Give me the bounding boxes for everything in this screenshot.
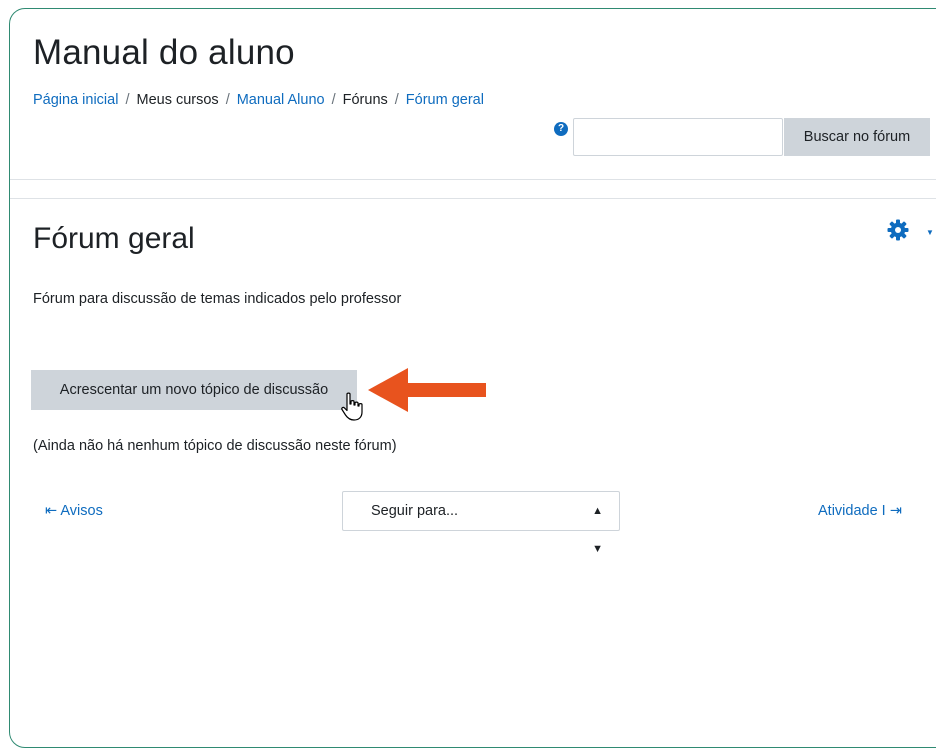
chevron-down-icon[interactable]: ▼ xyxy=(926,228,934,237)
next-activity-link[interactable]: Atividade I ⇥ xyxy=(818,503,902,519)
jump-to-select[interactable]: Seguir para... ▲ ▼ xyxy=(342,491,620,555)
breadcrumb-separator: / xyxy=(125,92,130,108)
breadcrumb-course[interactable]: Manual Aluno xyxy=(237,92,325,108)
annotation-arrow xyxy=(368,368,486,412)
breadcrumb-forum[interactable]: Fórum geral xyxy=(406,92,484,108)
breadcrumb-my-courses: Meus cursos xyxy=(136,92,219,108)
arrow-right-icon: ⇥ xyxy=(889,503,902,519)
breadcrumb-separator: / xyxy=(394,92,399,108)
breadcrumb-forums: Fóruns xyxy=(342,92,388,108)
breadcrumb-separator: / xyxy=(225,92,230,108)
forum-intro: Fórum para discussão de temas indicados … xyxy=(33,291,402,307)
search-forum-button[interactable]: Buscar no fórum xyxy=(784,118,930,156)
add-discussion-button[interactable]: Acrescentar um novo tópico de discussão xyxy=(31,370,357,410)
breadcrumb-separator: / xyxy=(331,92,336,108)
breadcrumb: Página inicial / Meus cursos / Manual Aluno /… xyxy=(33,92,484,108)
jump-to-select-value: Seguir para... xyxy=(371,503,459,519)
breadcrumb-home[interactable]: Página inicial xyxy=(33,92,118,108)
forum-title: Fórum geral xyxy=(33,222,195,255)
arrow-left-icon: ⇤ xyxy=(45,503,58,519)
prev-activity-label: Avisos xyxy=(60,503,103,519)
page-title: Manual do aluno xyxy=(33,33,295,72)
search-input[interactable] xyxy=(573,118,783,156)
divider xyxy=(10,179,936,180)
prev-activity-link[interactable]: ⇤ Avisos xyxy=(45,503,103,519)
select-arrows-icon: ▲ ▼ xyxy=(592,505,603,555)
question-circle-icon[interactable]: ? xyxy=(554,122,568,136)
divider xyxy=(10,198,936,199)
hand-cursor-icon xyxy=(341,392,363,421)
next-activity-label: Atividade I xyxy=(818,503,886,519)
empty-forum-note: (Ainda não há nenhum tópico de discussão… xyxy=(33,438,397,454)
gear-icon[interactable] xyxy=(886,218,910,242)
